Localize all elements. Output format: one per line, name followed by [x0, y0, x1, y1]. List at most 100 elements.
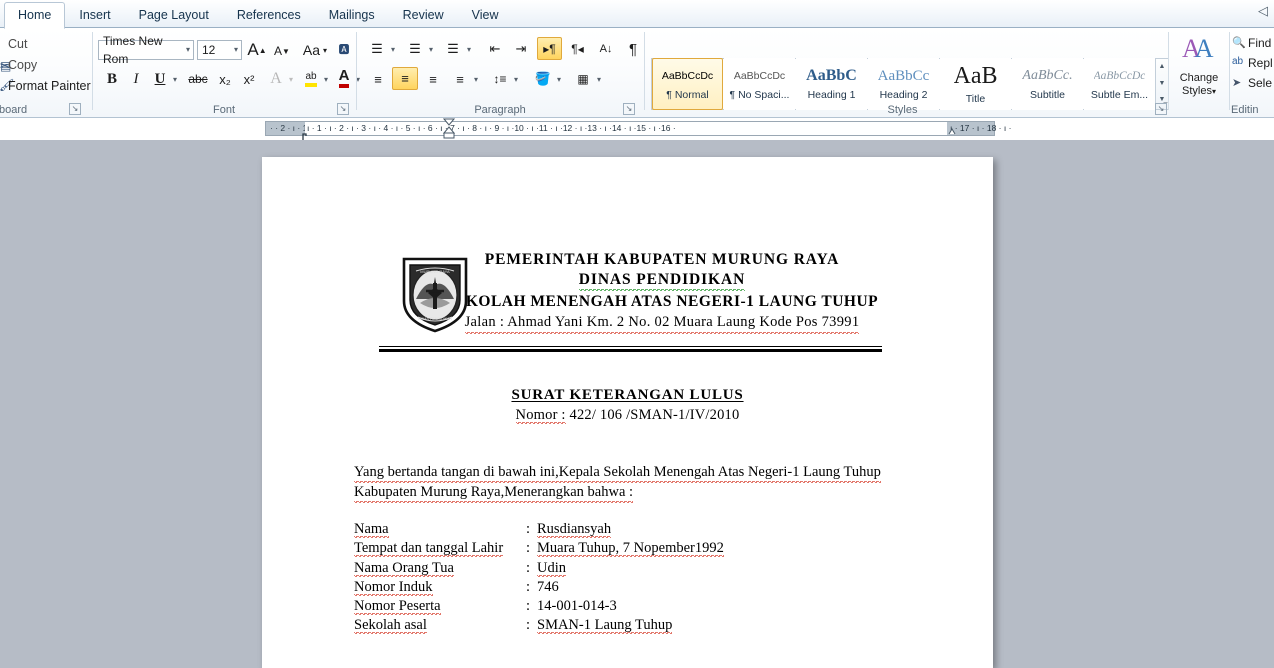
bold-icon: B — [106, 70, 117, 87]
font-size-value: 12 — [202, 43, 216, 57]
subscript-button[interactable]: x₂ — [214, 68, 236, 90]
field-colon: : — [526, 521, 531, 537]
collapse-ribbon-icon[interactable]: ◁ — [1254, 2, 1272, 20]
word-application-window: Home Insert Page Layout References Maili… — [0, 0, 1274, 668]
body-line-1: Yang bertanda tangan di bawah ini,Kepala… — [354, 463, 881, 483]
style-item-no-spacing[interactable]: AaBbCcDc ¶ No Spaci... — [724, 58, 795, 110]
styles-scroll-down-icon[interactable]: ▼ — [1156, 76, 1168, 93]
replace-button[interactable]: Repl — [1248, 56, 1273, 70]
font-size-combo[interactable]: 12 ▾ — [197, 40, 242, 60]
cut-button[interactable]: Cut — [8, 37, 27, 51]
select-button[interactable]: Sele — [1248, 76, 1272, 90]
font-color-button[interactable]: A — [333, 66, 355, 90]
underline-chevron-down-icon[interactable]: ▾ — [173, 75, 177, 84]
ribbon-group-clipboard: ✂ Cut ▤ Copy 🖌 Format Painter board ↘ — [0, 28, 92, 118]
body-line-2: Kabupaten Murung Raya,Menerangkan bahwa … — [354, 483, 634, 503]
bullets-button[interactable]: ☰ — [365, 38, 389, 60]
ribbon-group-paragraph: ☰ ▾ ☰ ▾ ☰ ▾ ⇤ ⇥ ▸¶ ¶◂ A↓ ¶ ≡ ≡ ≡ ≡ ▾ ↕≡ … — [357, 28, 643, 118]
style-label: Title — [965, 92, 986, 105]
highlight-chevron-down-icon[interactable]: ▾ — [324, 75, 328, 84]
style-item-heading-2[interactable]: AaBbCc Heading 2 — [868, 58, 939, 110]
show-formatting-marks-button[interactable]: ¶ — [623, 38, 643, 60]
tab-insert[interactable]: Insert — [65, 2, 124, 28]
tab-references[interactable]: References — [223, 2, 315, 28]
shrink-font-icon: A — [274, 44, 283, 58]
superscript-button[interactable]: x² — [238, 68, 260, 90]
style-item-title[interactable]: AaB Title — [940, 58, 1011, 110]
tab-page-layout[interactable]: Page Layout — [125, 2, 223, 28]
font-group-label: Font — [212, 104, 235, 116]
style-preview: AaBbCc. — [1022, 67, 1073, 83]
horizontal-ruler[interactable]: · · 2 · ı · 1 · ı · ı · ı · 1 · ı · 2 · … — [265, 118, 1011, 140]
sort-button[interactable]: A↓ — [594, 37, 618, 60]
strikethrough-button[interactable]: abc — [185, 68, 211, 90]
styles-scroll-up-icon[interactable]: ▲ — [1156, 59, 1168, 76]
justify-button[interactable]: ≡ — [447, 68, 473, 90]
align-center-button[interactable]: ≡ — [392, 67, 418, 90]
chevron-down-icon: ▾ — [233, 45, 238, 54]
style-label: Subtle Em... — [1090, 88, 1149, 101]
increase-indent-button[interactable]: ⇥ — [509, 38, 533, 60]
tab-review[interactable]: Review — [389, 2, 458, 28]
highlight-button[interactable]: ab — [299, 67, 323, 90]
change-styles-button[interactable]: Change Styles▾ — [1169, 72, 1229, 98]
font-dialog-launcher[interactable]: ↘ — [337, 103, 349, 115]
text-effects-button[interactable]: A — [265, 68, 287, 90]
italic-button[interactable]: I — [125, 68, 147, 90]
document-page[interactable]: MURUNG RAYA DINAS PENDIDIKAN PEMERINTAH … — [262, 157, 993, 668]
bold-button[interactable]: B — [101, 68, 123, 90]
rtl-text-direction-button[interactable]: ¶◂ — [565, 38, 590, 60]
shading-chevron-down-icon[interactable]: ▾ — [557, 75, 561, 84]
ruler-text-area: ı · 1 · ı · 2 · ı · 3 · ı · 4 · ı · 5 · … — [305, 122, 947, 135]
shading-button[interactable]: 🪣 — [531, 67, 555, 90]
replace-icon: ab — [1232, 56, 1244, 67]
paragraph-dialog-launcher[interactable]: ↘ — [623, 103, 635, 115]
document-number-value: 422/ 106 /SMAN-1/IV/2010 — [569, 407, 740, 423]
line-spacing-button[interactable]: ↕≡ — [487, 68, 513, 90]
shrink-font-button[interactable]: A ▼ — [270, 39, 294, 63]
underline-icon: U — [154, 70, 166, 87]
change-case-button[interactable]: Aa ▾ — [299, 39, 331, 61]
bullets-chevron-down-icon[interactable]: ▾ — [391, 45, 395, 54]
underline-button[interactable]: U — [149, 68, 171, 90]
format-painter-button[interactable]: Format Painter — [8, 79, 91, 93]
justify-chevron-down-icon[interactable]: ▾ — [474, 75, 478, 84]
right-indent-marker[interactable] — [947, 120, 957, 138]
align-left-button[interactable]: ≡ — [365, 68, 391, 90]
style-item-subtitle[interactable]: AaBbCc. Subtitle — [1012, 58, 1083, 110]
grow-font-button[interactable]: A ▲ — [245, 38, 269, 62]
tab-mailings[interactable]: Mailings — [315, 2, 389, 28]
find-button[interactable]: Find — [1248, 36, 1271, 50]
borders-chevron-down-icon[interactable]: ▾ — [597, 75, 601, 84]
field-colon: : — [526, 559, 531, 576]
increase-indent-icon: ⇥ — [515, 41, 527, 56]
style-item-normal[interactable]: AaBbCcDc ¶ Normal — [652, 58, 723, 110]
numbering-button[interactable]: ☰ — [403, 38, 427, 60]
style-item-heading-1[interactable]: AaBbC Heading 1 — [796, 58, 867, 110]
binoculars-icon: 🔍 — [1232, 37, 1246, 49]
letterhead: MURUNG RAYA DINAS PENDIDIKAN PEMERINTAH … — [262, 250, 993, 334]
text-effects-chevron-down-icon[interactable]: ▾ — [289, 75, 293, 84]
numbering-chevron-down-icon[interactable]: ▾ — [429, 45, 433, 54]
align-right-button[interactable]: ≡ — [420, 68, 446, 90]
line-spacing-chevron-down-icon[interactable]: ▾ — [514, 75, 518, 84]
tab-home[interactable]: Home — [4, 2, 66, 29]
font-name-combo[interactable]: Times New Rom ▾ — [98, 34, 194, 66]
style-item-subtle-emphasis[interactable]: AaBbCcDc Subtle Em... — [1084, 58, 1155, 110]
change-styles-icon: AA — [1182, 34, 1214, 63]
first-line-indent-marker[interactable] — [442, 118, 456, 140]
ltr-text-direction-button[interactable]: ▸¶ — [537, 37, 562, 60]
highlight-icon: ab — [305, 71, 317, 87]
styles-dialog-launcher[interactable]: ↘ — [1155, 103, 1167, 115]
multilevel-list-button[interactable]: ☰ — [441, 38, 465, 60]
field-colon: : — [526, 598, 531, 615]
clipboard-dialog-launcher[interactable]: ↘ — [69, 103, 81, 115]
borders-button[interactable]: ▦ — [571, 68, 595, 90]
decrease-indent-button[interactable]: ⇤ — [483, 38, 507, 60]
multilevel-chevron-down-icon[interactable]: ▾ — [467, 45, 471, 54]
letterhead-divider — [379, 346, 882, 352]
copy-button[interactable]: Copy — [8, 58, 37, 72]
tab-view[interactable]: View — [458, 2, 513, 28]
clear-formatting-button[interactable]: 🅰 — [333, 38, 355, 60]
style-preview: AaB — [953, 63, 998, 88]
